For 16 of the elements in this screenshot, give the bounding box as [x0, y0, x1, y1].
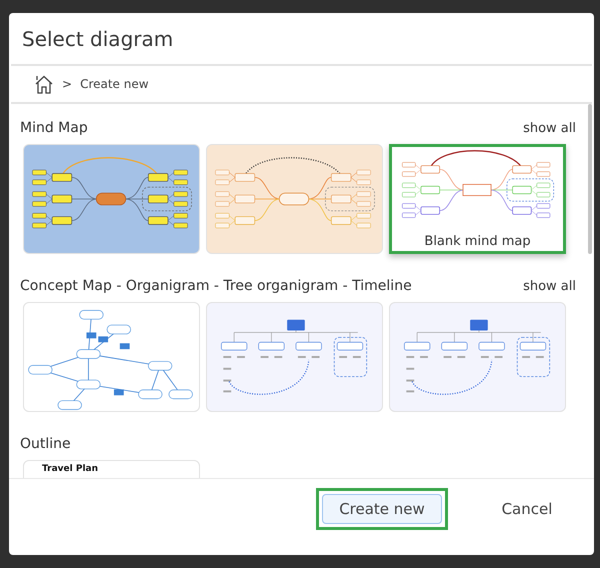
breadcrumb-separator: >: [62, 77, 72, 91]
create-button[interactable]: Create new: [322, 494, 442, 524]
outline-heading: Travel Plan: [42, 464, 98, 474]
template-label: Blank mind map: [424, 234, 531, 249]
section-title: Concept Map - Organigram - Tree organigram - Timeline: [20, 278, 412, 294]
cancel-button[interactable]: Cancel: [492, 494, 562, 524]
dialog-title: Select diagram: [21, 26, 174, 51]
home-icon[interactable]: [34, 74, 54, 94]
section-title: Mind Map: [20, 120, 88, 136]
show-all-link[interactable]: show all: [523, 278, 576, 294]
breadcrumb-current: Create new: [80, 77, 149, 91]
section-title: Outline: [20, 436, 71, 452]
mind-map-template[interactable]: Blank mind map: [389, 144, 566, 254]
outline-template[interactable]: Travel Plan: [23, 460, 200, 478]
show-all-link[interactable]: show all: [523, 120, 576, 136]
scrollbar-thumb[interactable]: [588, 104, 592, 254]
